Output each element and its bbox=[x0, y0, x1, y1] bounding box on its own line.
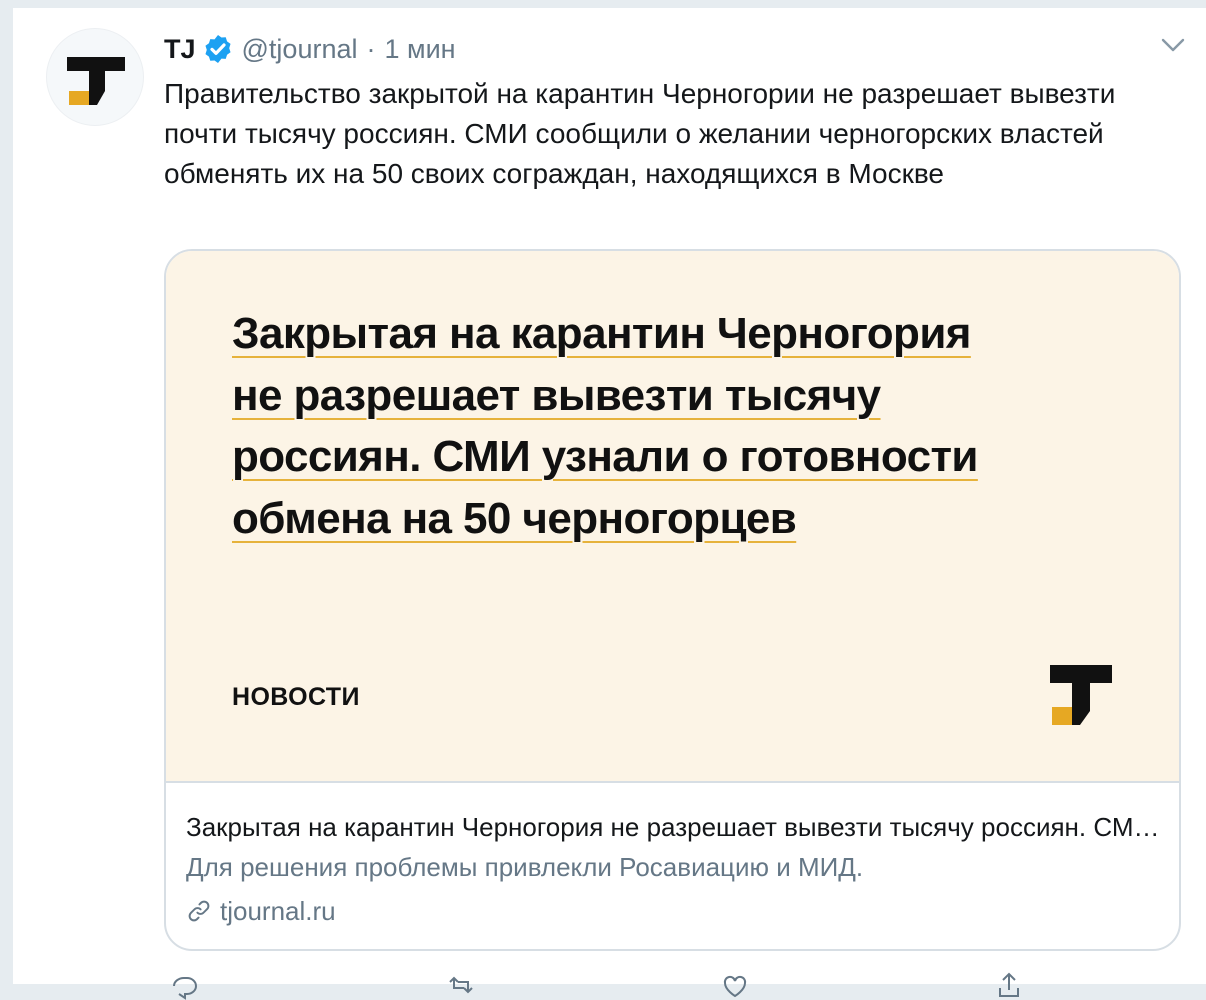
tweet-header: TJ @tjournal · 1 мин bbox=[164, 32, 456, 66]
tj-logo-icon bbox=[67, 57, 125, 105]
card-headline-line: Закрытая на карантин Черногория bbox=[232, 309, 971, 358]
card-image[interactable]: Закрытая на карантин Черногория не разре… bbox=[166, 251, 1179, 783]
card-title: Закрытая на карантин Черногория не разре… bbox=[186, 812, 1161, 842]
header-separator: · bbox=[366, 33, 376, 64]
tj-logo-icon bbox=[1050, 665, 1112, 725]
verified-badge-icon bbox=[204, 35, 231, 63]
avatar[interactable] bbox=[46, 28, 144, 126]
link-card[interactable]: Закрытая на карантин Черногория не разре… bbox=[164, 249, 1181, 951]
card-headline-line: россиян. СМИ узнали о готовности bbox=[232, 432, 978, 481]
card-category: НОВОСТИ bbox=[232, 683, 360, 711]
tweet-actions bbox=[164, 970, 1064, 1000]
card-domain: tjournal.ru bbox=[186, 891, 1161, 931]
card-domain-text: tjournal.ru bbox=[220, 896, 336, 926]
tweet[interactable]: TJ @tjournal · 1 мин Правительство закры… bbox=[12, 8, 1206, 1000]
card-meta[interactable]: Закрытая на карантин Черногория не разре… bbox=[186, 807, 1161, 931]
author-handle[interactable]: @tjournal bbox=[242, 34, 358, 65]
author-name[interactable]: TJ bbox=[164, 34, 196, 65]
card-headline: Закрытая на карантин Черногория не разре… bbox=[232, 303, 1092, 549]
card-headline-line: обмена на 50 черногорцев bbox=[232, 493, 797, 543]
share-icon[interactable] bbox=[994, 970, 1024, 1000]
tweet-text: Правительство закрытой на карантин Черно… bbox=[164, 78, 1116, 189]
card-description: Для решения проблемы привлекли Росавиаци… bbox=[186, 852, 864, 882]
retweet-icon[interactable] bbox=[446, 970, 476, 1000]
like-icon[interactable] bbox=[720, 970, 750, 1000]
link-icon bbox=[188, 900, 210, 922]
reply-icon[interactable] bbox=[170, 970, 200, 1000]
card-headline-line: не разрешает вывезти тысячу bbox=[232, 370, 881, 420]
tweet-timestamp[interactable]: 1 мин bbox=[384, 34, 455, 65]
chevron-down-icon[interactable] bbox=[1158, 34, 1188, 56]
